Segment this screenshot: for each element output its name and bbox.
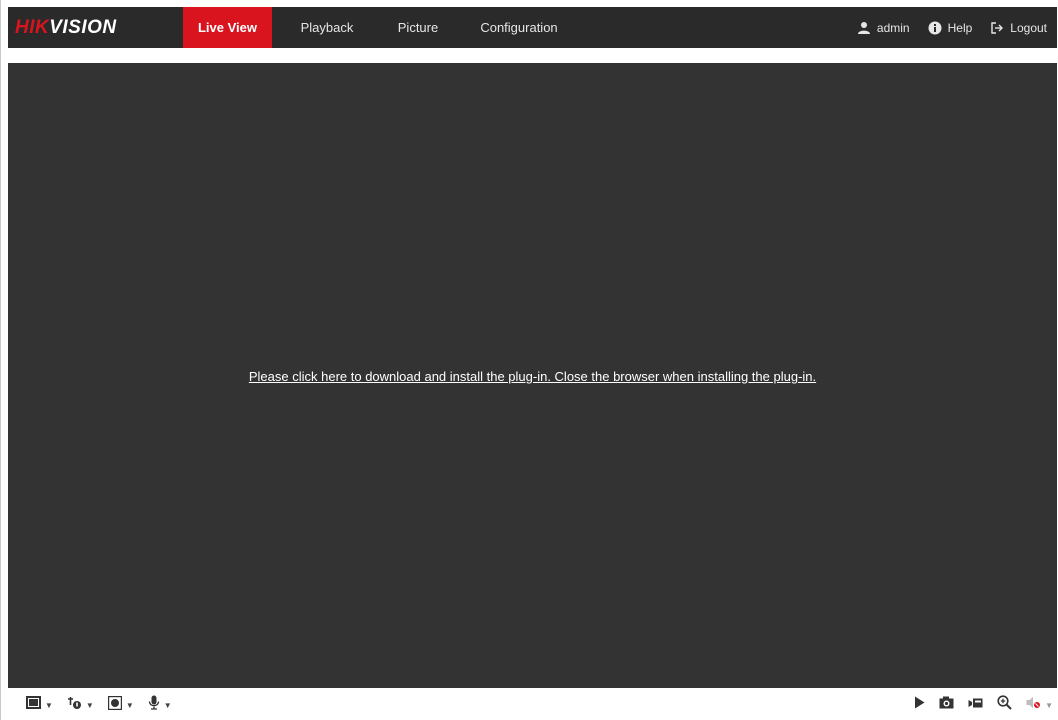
user-icon <box>857 21 871 35</box>
snapshot-icon <box>939 696 954 714</box>
volume-icon <box>1026 696 1042 714</box>
live-video-area[interactable]: Please click here to download and instal… <box>8 63 1057 688</box>
record-button[interactable] <box>968 696 983 714</box>
top-navigation-bar: HIK VISION Live View Playback Picture Con… <box>8 7 1057 48</box>
digital-zoom-icon <box>997 695 1012 715</box>
chevron-down-icon: ▼ <box>125 700 134 710</box>
microphone-button[interactable]: ▼ <box>148 695 172 715</box>
help-icon <box>928 21 942 35</box>
chevron-down-icon: ▼ <box>163 700 172 710</box>
plugin-type-button[interactable]: ▼ <box>107 695 134 715</box>
username-label: admin <box>876 20 910 35</box>
toolbar-right: ▼ <box>900 690 1053 720</box>
user-bar: admin Help Logout <box>839 7 1047 48</box>
user-menu[interactable]: admin <box>857 21 910 35</box>
tab-picture[interactable]: Picture <box>382 7 454 48</box>
stream-type-button[interactable]: ▼ <box>67 696 94 715</box>
logout-icon <box>990 21 1004 35</box>
snapshot-button[interactable] <box>939 696 954 714</box>
main-nav: Live View Playback Picture Configuration <box>183 7 584 48</box>
hikvision-logo: HIK VISION <box>15 7 117 48</box>
plugin-download-link[interactable]: Please click here to download and instal… <box>8 369 1057 384</box>
live-view-toolbar: ▼ ▼ ▼ ▼ ▼ <box>8 690 1057 720</box>
tab-live-view[interactable]: Live View <box>183 7 272 48</box>
window-layout-icon <box>26 696 41 714</box>
toolbar-left: ▼ ▼ ▼ ▼ <box>26 690 186 720</box>
play-icon <box>914 696 925 714</box>
plugin-type-icon <box>107 695 123 715</box>
logo-vision: VISION <box>49 16 117 38</box>
stream-type-icon <box>67 696 82 715</box>
chevron-down-icon: ▼ <box>1045 700 1053 710</box>
help-label: Help <box>947 20 973 35</box>
chevron-down-icon: ▼ <box>45 700 53 710</box>
logout-label: Logout <box>1010 20 1047 35</box>
tab-playback[interactable]: Playback <box>272 7 382 48</box>
app-window: HIK VISION Live View Playback Picture Con… <box>0 0 1058 720</box>
volume-button[interactable]: ▼ <box>1026 696 1053 714</box>
help-button[interactable]: Help <box>928 20 973 35</box>
logo-hik: HIK <box>15 16 50 38</box>
record-icon <box>968 696 983 714</box>
tab-configuration[interactable]: Configuration <box>454 7 584 48</box>
logout-button[interactable]: Logout <box>990 21 1047 35</box>
chevron-down-icon: ▼ <box>85 700 94 710</box>
play-button[interactable] <box>914 696 925 714</box>
digital-zoom-button[interactable] <box>997 695 1012 715</box>
microphone-icon <box>148 695 160 715</box>
window-layout-button[interactable]: ▼ <box>26 696 53 714</box>
